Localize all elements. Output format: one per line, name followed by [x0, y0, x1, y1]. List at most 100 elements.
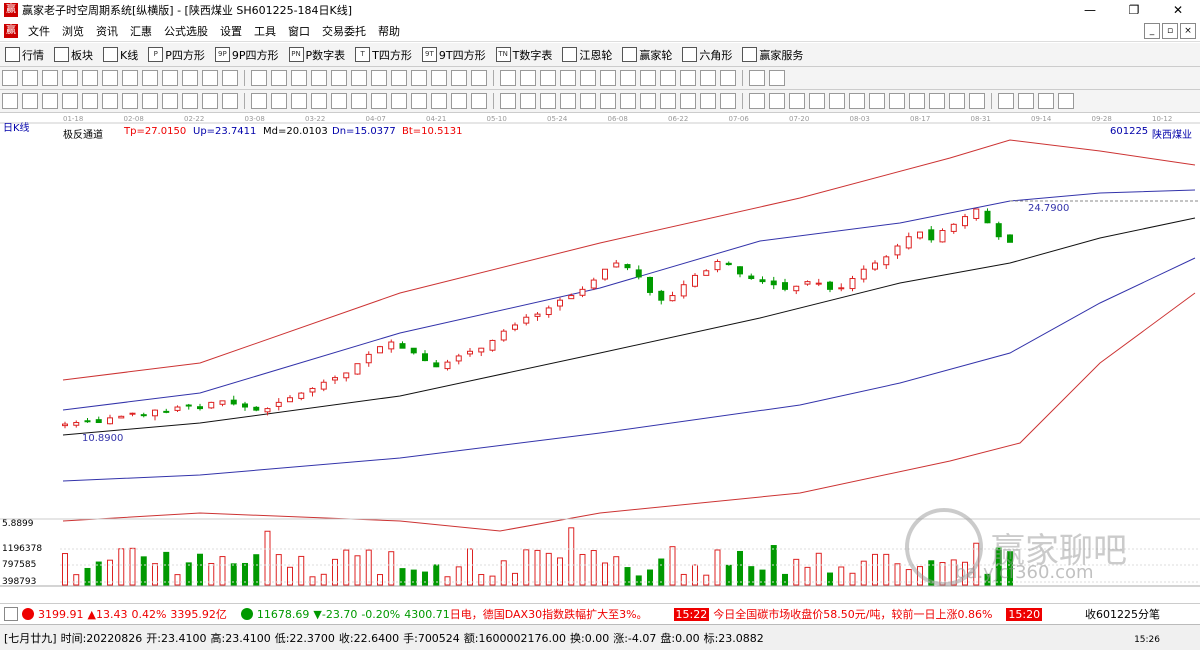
- candle-body[interactable]: [917, 231, 923, 239]
- draw-tool-icon[interactable]: [411, 93, 427, 109]
- toolbar-item-5[interactable]: PN P数字表: [288, 47, 345, 63]
- menu-huihui[interactable]: 汇惠: [124, 23, 158, 39]
- candle-body[interactable]: [444, 361, 451, 370]
- draw-tool-icon[interactable]: [969, 93, 985, 109]
- chart-tool-icon[interactable]: [600, 70, 616, 86]
- toolbar-item-3[interactable]: P P四方形: [148, 47, 205, 63]
- chart-tool-icon[interactable]: [62, 70, 78, 86]
- tick-detail-label[interactable]: 收601225分笔: [1085, 606, 1160, 622]
- draw-tool-icon[interactable]: [1038, 93, 1054, 109]
- candle-body[interactable]: [860, 268, 867, 280]
- chart-tool-icon[interactable]: [371, 70, 387, 86]
- draw-tool-icon[interactable]: [351, 93, 367, 109]
- candle-body[interactable]: [984, 210, 991, 224]
- candle-body[interactable]: [129, 412, 136, 415]
- candle-body[interactable]: [174, 406, 181, 411]
- candle-body[interactable]: [275, 401, 282, 407]
- menu-window[interactable]: 窗口: [282, 23, 316, 39]
- candle-body[interactable]: [635, 269, 642, 278]
- candle-body[interactable]: [467, 350, 473, 355]
- candle-body[interactable]: [523, 316, 530, 324]
- candle-body[interactable]: [602, 268, 608, 280]
- menu-formula[interactable]: 公式选股: [158, 23, 214, 39]
- candle-body[interactable]: [950, 223, 957, 232]
- draw-tool-icon[interactable]: [600, 93, 616, 109]
- draw-tool-icon[interactable]: [1018, 93, 1034, 109]
- chart-tool-icon[interactable]: [700, 70, 716, 86]
- draw-tool-icon[interactable]: [560, 93, 576, 109]
- draw-tool-icon[interactable]: [202, 93, 218, 109]
- chart-tool-icon[interactable]: [580, 70, 596, 86]
- draw-tool-icon[interactable]: [371, 93, 387, 109]
- candle-body[interactable]: [152, 409, 158, 417]
- draw-tool-icon[interactable]: [311, 93, 327, 109]
- chart-tool-icon[interactable]: [222, 70, 238, 86]
- draw-tool-icon[interactable]: [998, 93, 1014, 109]
- candle-body[interactable]: [905, 236, 912, 249]
- candle-body[interactable]: [939, 230, 946, 243]
- candle-body[interactable]: [928, 229, 935, 241]
- draw-tool-icon[interactable]: [520, 93, 536, 109]
- maximize-button[interactable]: ❐: [1112, 0, 1156, 20]
- chart-tool-icon[interactable]: [451, 70, 467, 86]
- chart-tool-icon[interactable]: [202, 70, 218, 86]
- chart-tool-icon[interactable]: [351, 70, 367, 86]
- toolbar-item-1[interactable]: 板块: [54, 47, 93, 63]
- chart-tool-icon[interactable]: [540, 70, 556, 86]
- draw-tool-icon[interactable]: [331, 93, 347, 109]
- candle-body[interactable]: [388, 341, 395, 350]
- draw-tool-icon[interactable]: [62, 93, 78, 109]
- candle-body[interactable]: [703, 270, 710, 276]
- menu-help[interactable]: 帮助: [372, 23, 406, 39]
- draw-tool-icon[interactable]: [1058, 93, 1074, 109]
- draw-tool-icon[interactable]: [769, 93, 785, 109]
- chart-tool-icon[interactable]: [291, 70, 307, 86]
- chart-tool-icon[interactable]: [182, 70, 198, 86]
- draw-tool-icon[interactable]: [142, 93, 158, 109]
- toolbar-item-8[interactable]: TN T数字表: [495, 47, 552, 63]
- chart-tool-icon[interactable]: [620, 70, 636, 86]
- candle-body[interactable]: [590, 279, 597, 289]
- draw-tool-icon[interactable]: [829, 93, 845, 109]
- candle-body[interactable]: [748, 275, 755, 280]
- chart-tool-icon[interactable]: [271, 70, 287, 86]
- news-ticker-1[interactable]: 日电，德国DAX30指数跌幅扩大至3%。: [450, 606, 648, 622]
- candle-body[interactable]: [320, 381, 327, 390]
- news-ticker-2[interactable]: 今日全国碳市场收盘价58.50元/吨，较前一日上涨0.86%: [713, 606, 992, 622]
- draw-tool-icon[interactable]: [451, 93, 467, 109]
- chart-tool-icon[interactable]: [251, 70, 267, 86]
- toolbar-item-6[interactable]: T T四方形: [355, 47, 412, 63]
- candle-body[interactable]: [545, 307, 552, 316]
- draw-tool-icon[interactable]: [251, 93, 267, 109]
- draw-tool-icon[interactable]: [500, 93, 516, 109]
- candle-body[interactable]: [219, 400, 226, 405]
- candle-body[interactable]: [737, 266, 743, 275]
- chart-tool-icon[interactable]: [640, 70, 656, 86]
- candle-body[interactable]: [883, 256, 890, 266]
- draw-tool-icon[interactable]: [849, 93, 865, 109]
- candle-body[interactable]: [489, 339, 496, 351]
- mdi-close-button[interactable]: ×: [1180, 23, 1196, 39]
- chart-tool-icon[interactable]: [22, 70, 38, 86]
- draw-tool-icon[interactable]: [162, 93, 178, 109]
- candle-body[interactable]: [725, 262, 732, 266]
- candle-body[interactable]: [973, 208, 980, 219]
- candle-body[interactable]: [208, 401, 215, 409]
- toolbar-item-10[interactable]: 赢家轮: [622, 47, 672, 63]
- chart-tool-icon[interactable]: [391, 70, 407, 86]
- candle-body[interactable]: [287, 397, 293, 403]
- candle-body[interactable]: [230, 399, 237, 405]
- menu-trade[interactable]: 交易委托: [316, 23, 372, 39]
- draw-tool-icon[interactable]: [431, 93, 447, 109]
- toolbar-item-12[interactable]: 赢家服务: [742, 47, 803, 63]
- candle-body[interactable]: [804, 281, 811, 285]
- candle-body[interactable]: [692, 274, 698, 287]
- chart-tool-icon[interactable]: [500, 70, 516, 86]
- chart-tool-icon[interactable]: [331, 70, 347, 86]
- candle-body[interactable]: [478, 347, 485, 353]
- chart-tool-icon[interactable]: [660, 70, 676, 86]
- draw-tool-icon[interactable]: [680, 93, 696, 109]
- chart-tool-icon[interactable]: [749, 70, 765, 86]
- close-button[interactable]: ✕: [1156, 0, 1200, 20]
- candle-body[interactable]: [163, 410, 170, 413]
